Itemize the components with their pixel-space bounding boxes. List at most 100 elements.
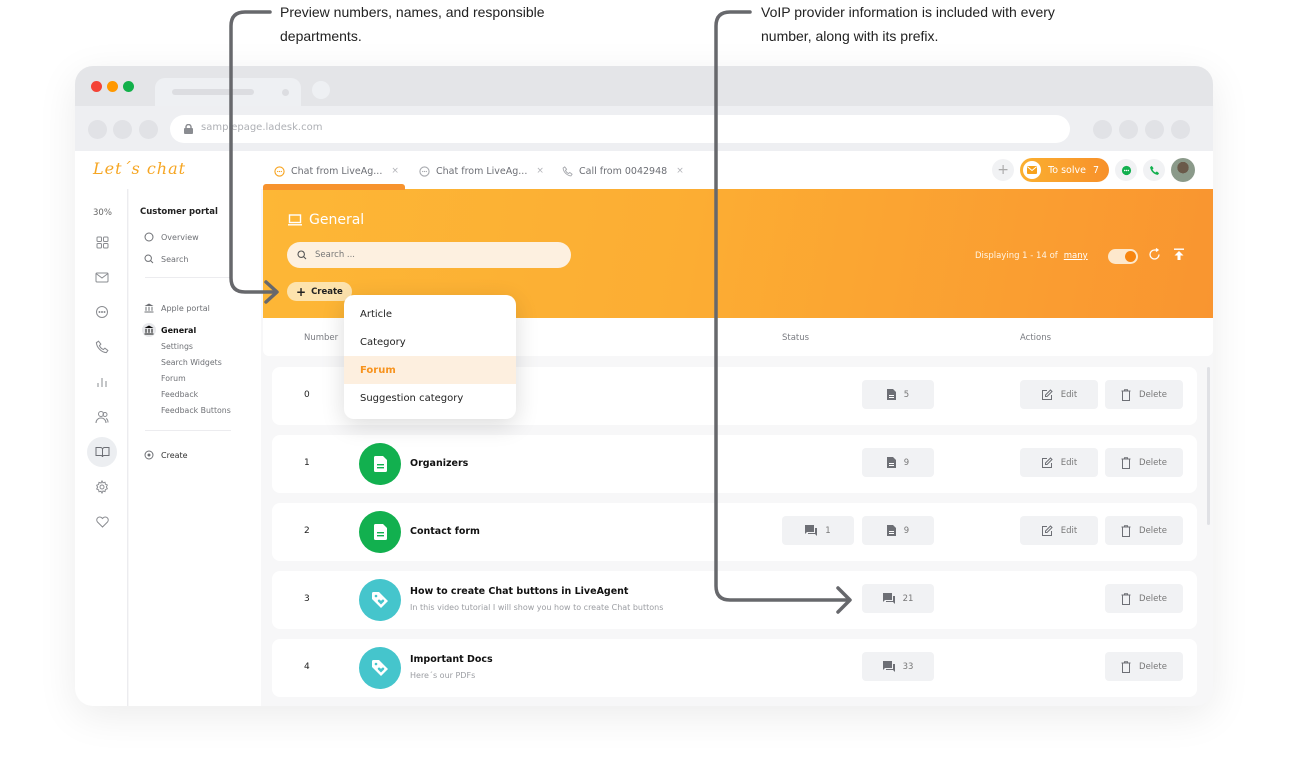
- reload-button[interactable]: [139, 120, 158, 139]
- menu-item-article[interactable]: Article: [344, 300, 516, 328]
- scroll-top-icon[interactable]: [1173, 248, 1185, 261]
- nav-item-overview[interactable]: Overview: [143, 231, 199, 243]
- main-content: General Search ... + Create Displaying 1 …: [263, 184, 1213, 706]
- chat-icon[interactable]: [89, 299, 115, 325]
- delete-button[interactable]: Delete: [1105, 380, 1183, 409]
- status-count: 21: [902, 593, 914, 604]
- status-articles-pill[interactable]: 9: [862, 448, 934, 477]
- app-logo: Let´s chat: [93, 159, 187, 178]
- nav-sub-search-widgets[interactable]: Search Widgets: [161, 358, 222, 367]
- nav-portal-general[interactable]: General: [142, 323, 196, 337]
- window-close-dot[interactable]: [91, 81, 102, 92]
- mail-icon[interactable]: [89, 264, 115, 290]
- row-title[interactable]: How to create Chat buttons in LiveAgent: [410, 586, 628, 597]
- chat-status-button[interactable]: [1115, 159, 1137, 181]
- ext-button-2[interactable]: [1119, 120, 1138, 139]
- pagination-many-link[interactable]: many: [1064, 251, 1088, 261]
- view-toggle[interactable]: [1108, 249, 1138, 264]
- ext-button-3[interactable]: [1145, 120, 1164, 139]
- nav-sub-feedback[interactable]: Feedback: [161, 390, 198, 399]
- ext-button-4[interactable]: [1171, 120, 1190, 139]
- forward-button[interactable]: [113, 120, 132, 139]
- delete-button[interactable]: Delete: [1105, 448, 1183, 477]
- close-icon[interactable]: ×: [536, 166, 544, 176]
- row-subtitle: In this video tutorial I will show you h…: [410, 603, 664, 612]
- reports-icon[interactable]: [89, 369, 115, 395]
- phone-status-button[interactable]: [1143, 159, 1165, 181]
- column-status[interactable]: Status: [782, 333, 809, 343]
- window-maximize-dot[interactable]: [123, 81, 134, 92]
- menu-item-category[interactable]: Category: [344, 328, 516, 356]
- settings-icon[interactable]: [89, 474, 115, 500]
- url-field[interactable]: samplepage.ladesk.com: [170, 115, 1070, 143]
- nav-sub-settings[interactable]: Settings: [161, 342, 193, 351]
- table-row[interactable]: 2 Contact form 1 9 Edit Delete: [272, 503, 1197, 561]
- comments-icon: [882, 593, 895, 604]
- active-tab-indicator: [263, 184, 405, 190]
- menu-item-suggestion-category[interactable]: Suggestion category: [344, 384, 516, 412]
- new-tab-button[interactable]: [312, 81, 330, 99]
- laptop-icon: [288, 214, 302, 226]
- app-tab-chat-2[interactable]: Chat from LiveAg... ×: [419, 163, 544, 179]
- nav-create[interactable]: Create: [143, 449, 188, 461]
- phone-icon: [1149, 165, 1159, 175]
- delete-button[interactable]: Delete: [1105, 516, 1183, 545]
- column-actions[interactable]: Actions: [1020, 333, 1051, 343]
- tag-heart-icon: [359, 579, 401, 621]
- phone-icon[interactable]: [89, 334, 115, 360]
- nav-portal-apple[interactable]: Apple portal: [143, 302, 210, 314]
- create-dropdown-menu: Article Category Forum Suggestion catego…: [344, 295, 516, 419]
- add-button[interactable]: +: [992, 159, 1015, 181]
- scrollbar-thumb[interactable]: [1207, 367, 1210, 525]
- nav-item-search[interactable]: Search: [143, 253, 188, 265]
- trash-icon: [1121, 660, 1131, 673]
- dashboard-icon[interactable]: [89, 229, 115, 255]
- phone-icon: [562, 165, 573, 176]
- edit-button[interactable]: Edit: [1020, 448, 1098, 477]
- edit-button[interactable]: Edit: [1020, 516, 1098, 545]
- nav-sub-forum[interactable]: Forum: [161, 374, 186, 383]
- status-articles-pill[interactable]: 5: [862, 380, 934, 409]
- row-number: 0: [304, 390, 310, 400]
- ext-button-1[interactable]: [1093, 120, 1112, 139]
- close-icon[interactable]: ×: [676, 166, 684, 176]
- contacts-icon[interactable]: [89, 404, 115, 430]
- refresh-icon[interactable]: [1148, 248, 1161, 261]
- app-tab-label: Chat from LiveAg...: [436, 165, 528, 177]
- user-avatar[interactable]: [1171, 158, 1195, 182]
- to-solve-button[interactable]: To solve 7: [1020, 158, 1109, 182]
- status-comments-pill[interactable]: 21: [862, 584, 934, 613]
- mail-icon: [1023, 161, 1042, 179]
- heart-icon[interactable]: [89, 509, 115, 535]
- delete-button[interactable]: Delete: [1105, 584, 1183, 613]
- window-minimize-dot[interactable]: [107, 81, 118, 92]
- app-tab-call[interactable]: Call from 0042948 ×: [562, 163, 684, 179]
- create-label: Create: [311, 286, 343, 297]
- create-button[interactable]: + Create: [287, 282, 352, 301]
- status-articles-pill[interactable]: 9: [862, 516, 934, 545]
- status-comments-pill[interactable]: 33: [862, 652, 934, 681]
- scrollbar[interactable]: [1206, 367, 1211, 697]
- row-subtitle: Here´s our PDFs: [410, 671, 476, 680]
- column-number[interactable]: Number: [304, 333, 338, 343]
- browser-tab[interactable]: [155, 78, 301, 106]
- table-row[interactable]: 4 Important Docs Here´s our PDFs 33 Dele…: [272, 639, 1197, 697]
- delete-button[interactable]: Delete: [1105, 652, 1183, 681]
- row-title[interactable]: Organizers: [410, 458, 468, 469]
- nav-divider: [145, 430, 231, 431]
- search-input[interactable]: Search ...: [287, 242, 571, 268]
- nav-sub-feedback-buttons[interactable]: Feedback Buttons: [161, 406, 231, 415]
- delete-label: Delete: [1139, 389, 1167, 400]
- row-title[interactable]: Contact form: [410, 526, 480, 537]
- status-comments-pill[interactable]: 1: [782, 516, 854, 545]
- delete-label: Delete: [1139, 525, 1167, 536]
- table-row[interactable]: 1 Organizers 9 Edit Delete: [272, 435, 1197, 493]
- row-title[interactable]: Important Docs: [410, 654, 493, 665]
- app-tab-chat-1[interactable]: Chat from LiveAg... ×: [274, 163, 399, 179]
- edit-button[interactable]: Edit: [1020, 380, 1098, 409]
- close-icon[interactable]: ×: [391, 166, 399, 176]
- knowledgebase-icon[interactable]: [87, 437, 117, 467]
- table-row[interactable]: 3 How to create Chat buttons in LiveAgen…: [272, 571, 1197, 629]
- back-button[interactable]: [88, 120, 107, 139]
- menu-item-forum[interactable]: Forum: [344, 356, 516, 384]
